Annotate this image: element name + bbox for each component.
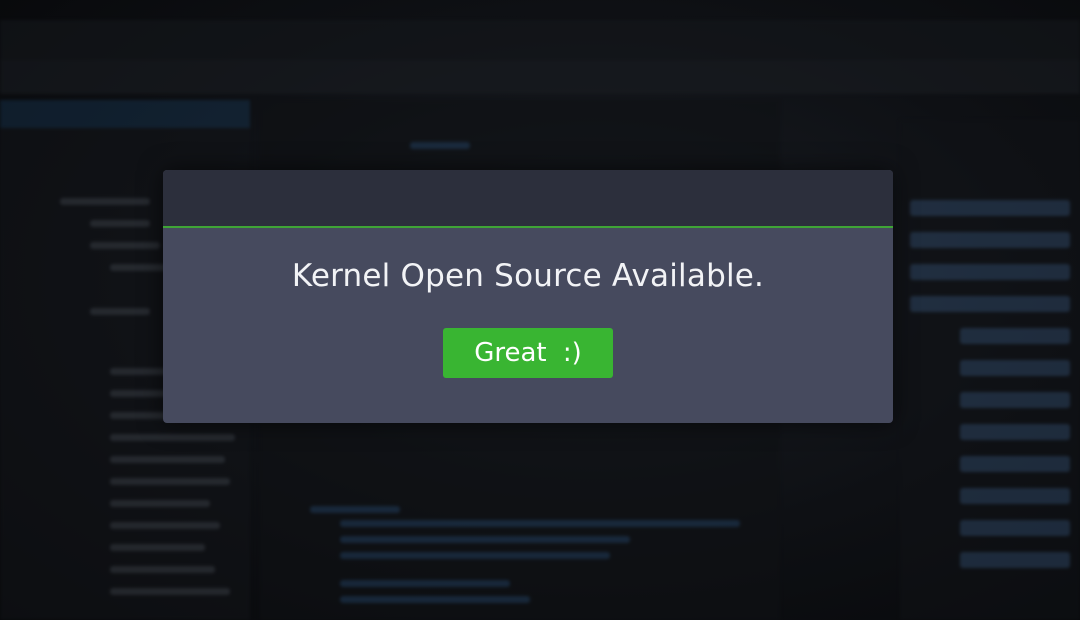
ide-code-line — [960, 488, 1070, 504]
ide-tree-line — [110, 478, 230, 485]
ide-code-line — [410, 142, 470, 149]
ide-code-line — [340, 580, 510, 587]
ide-tree-line — [110, 500, 210, 507]
ide-side-code — [900, 120, 1080, 620]
ide-code-line — [340, 536, 630, 543]
ide-tree-line — [60, 198, 150, 205]
ide-code-line — [340, 552, 610, 559]
ide-explorer-title — [0, 100, 250, 128]
ide-code-line — [910, 200, 1070, 216]
ide-code-line — [960, 360, 1070, 376]
ide-code-line — [340, 520, 740, 527]
ide-tree-line — [110, 544, 205, 551]
ide-code-line — [960, 392, 1070, 408]
dialog-header-bar — [163, 170, 893, 228]
ide-tree-line — [90, 242, 160, 249]
ide-code-line — [910, 264, 1070, 280]
ide-code-line — [960, 424, 1070, 440]
ide-code-line — [960, 552, 1070, 568]
ide-code-line — [910, 232, 1070, 248]
ide-tree-line — [90, 220, 150, 227]
screen: Kernel Open Source Available. Great :) — [0, 0, 1080, 620]
ide-tree-line — [110, 456, 225, 463]
ide-menubar — [0, 20, 1080, 60]
ide-toolbar — [0, 60, 1080, 94]
ide-tree-line — [110, 434, 235, 441]
great-button[interactable]: Great :) — [443, 328, 613, 378]
ide-code-line — [960, 456, 1070, 472]
ide-tree-line — [110, 522, 220, 529]
ide-code-line — [960, 520, 1070, 536]
ide-tree-line — [110, 588, 230, 595]
ide-code-line — [910, 296, 1070, 312]
notification-dialog: Kernel Open Source Available. Great :) — [163, 170, 893, 423]
ide-code-line — [340, 596, 530, 603]
ide-tree-line — [110, 566, 215, 573]
ide-code-line — [310, 506, 400, 513]
ide-code-line — [960, 328, 1070, 344]
ide-tree-line — [90, 308, 150, 315]
dialog-message: Kernel Open Source Available. — [291, 258, 765, 294]
